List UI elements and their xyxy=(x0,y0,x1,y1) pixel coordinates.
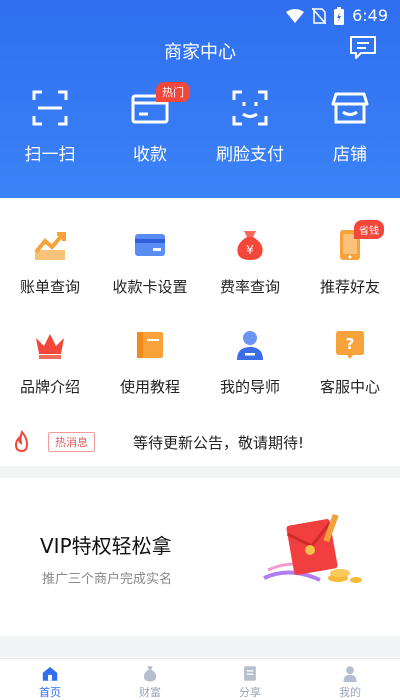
news-bar[interactable]: 热消息 等待更新公告，敬请期待! xyxy=(0,422,400,462)
service-label: 客服中心 xyxy=(319,378,380,396)
battery-icon xyxy=(334,6,345,25)
home-icon xyxy=(42,666,58,681)
tab-share[interactable]: 分享 xyxy=(200,659,300,700)
service-brand-intro[interactable]: 品牌介绍 xyxy=(0,328,100,428)
service-customer-center[interactable]: ? 客服中心 xyxy=(300,328,400,428)
scan-icon xyxy=(32,90,68,126)
service-tutorial[interactable]: 使用教程 xyxy=(100,328,200,428)
quick-action-label: 扫一扫 xyxy=(24,145,76,165)
vip-subtitle: 推广三个商户完成实名 xyxy=(42,572,173,587)
service-label: 收款卡设置 xyxy=(112,278,188,296)
quick-action-label: 刷脸支付 xyxy=(216,145,284,165)
svg-text:?: ? xyxy=(346,335,355,353)
service-label: 品牌介绍 xyxy=(19,378,80,396)
news-text: 等待更新公告，敬请期待! xyxy=(133,433,305,452)
vip-title: VIP特权轻松拿 xyxy=(40,534,172,558)
page-title: 商家中心 xyxy=(164,42,236,63)
service-refer-friend[interactable]: 省钱 推荐好友 xyxy=(300,220,400,328)
share-icon xyxy=(244,666,256,681)
vip-banner[interactable]: VIP特权轻松拿 推广三个商户完成实名 xyxy=(0,478,400,636)
bank-card-icon xyxy=(135,234,165,256)
tab-label: 财富 xyxy=(139,686,161,699)
money-bag-icon: ¥ xyxy=(237,231,263,260)
tab-label: 我的 xyxy=(339,686,361,699)
store-icon xyxy=(331,92,369,124)
service-label: 我的导师 xyxy=(219,378,280,396)
service-label: 费率查询 xyxy=(219,278,280,296)
no-sim-icon xyxy=(312,7,327,24)
service-label: 账单查询 xyxy=(19,278,80,296)
tab-wealth[interactable]: 财富 xyxy=(100,659,200,700)
bill-chart-icon xyxy=(34,232,66,260)
wealth-icon xyxy=(143,666,157,682)
bottom-nav: 首页 财富 分享 我的 xyxy=(0,658,400,700)
quick-action-scan[interactable]: 扫一扫 xyxy=(0,88,100,168)
tab-label: 分享 xyxy=(239,686,261,699)
quick-action-collect[interactable]: 热门 收款 xyxy=(100,82,200,168)
services-grid: 账单查询 收款卡设置 ¥ 费率查询 省钱 推荐好友 品牌介绍 使用教程 我的导师… xyxy=(0,220,400,428)
tab-profile[interactable]: 我的 xyxy=(300,659,400,700)
face-pay-icon xyxy=(232,90,268,126)
status-time: 6:49 xyxy=(352,6,388,25)
quick-action-store[interactable]: 店铺 xyxy=(300,88,400,168)
header: 6:49 商家中心 扫一扫 热门 收款 刷脸支付 店铺 xyxy=(0,0,400,198)
wifi-icon xyxy=(286,8,305,23)
news-tag: 热消息 xyxy=(48,432,95,452)
hot-badge: 热门 xyxy=(156,82,190,102)
message-icon[interactable] xyxy=(348,34,378,62)
quick-actions: 扫一扫 热门 收款 刷脸支付 店铺 xyxy=(0,82,400,168)
save-badge: 省钱 xyxy=(354,220,384,239)
svg-text:¥: ¥ xyxy=(246,243,254,257)
quick-action-face-pay[interactable]: 刷脸支付 xyxy=(200,88,300,168)
red-envelope-illustration xyxy=(263,513,362,583)
service-my-mentor[interactable]: 我的导师 xyxy=(200,328,300,428)
profile-icon xyxy=(343,666,357,682)
quick-action-label: 收款 xyxy=(133,145,167,165)
service-rate-query[interactable]: ¥ 费率查询 xyxy=(200,228,300,328)
service-label: 使用教程 xyxy=(119,378,180,396)
tab-label: 首页 xyxy=(39,686,61,699)
mentor-icon xyxy=(237,331,263,360)
status-bar: 6:49 xyxy=(0,0,400,32)
service-label: 推荐好友 xyxy=(319,278,380,296)
quick-action-label: 店铺 xyxy=(333,145,367,165)
fire-icon xyxy=(14,430,29,453)
crown-icon xyxy=(36,334,64,359)
service-card-settings[interactable]: 收款卡设置 xyxy=(100,228,200,328)
service-bill-query[interactable]: 账单查询 xyxy=(0,228,100,328)
help-icon: ? xyxy=(336,331,364,359)
book-icon xyxy=(137,332,163,358)
tab-home[interactable]: 首页 xyxy=(0,659,100,700)
